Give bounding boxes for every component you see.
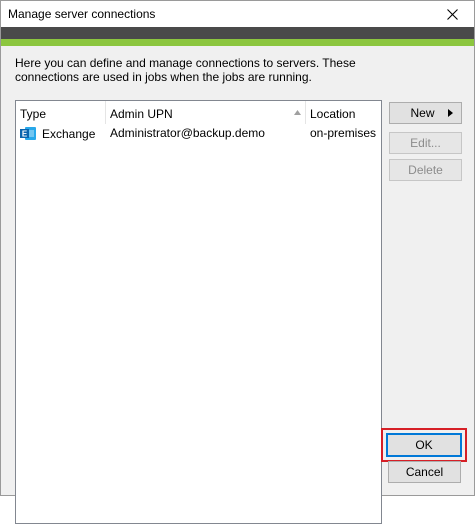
title-bar[interactable]: Manage server connections — [1, 1, 474, 27]
triangle-right-icon — [448, 109, 453, 117]
cell-location: on-premises — [310, 126, 377, 140]
edit-button[interactable]: Edit... — [389, 132, 462, 154]
ok-button[interactable]: OK — [386, 433, 462, 457]
header-banner-green — [1, 39, 474, 46]
close-button[interactable] — [430, 1, 474, 27]
column-header-location[interactable]: Location — [306, 101, 381, 124]
new-button[interactable]: New — [389, 102, 462, 124]
window-title: Manage server connections — [8, 7, 156, 21]
manage-server-connections-dialog: Manage server connections Here you can d… — [0, 0, 475, 524]
dialog-content: Here you can define and manage connectio… — [1, 46, 474, 524]
column-header-type[interactable]: Type — [16, 101, 106, 124]
list-header: Type Admin UPN Location — [16, 101, 381, 124]
exchange-icon: E — [20, 127, 36, 140]
sort-ascending-icon — [294, 110, 301, 115]
description-text: Here you can define and manage connectio… — [15, 56, 356, 84]
cell-type: E Exchange — [20, 126, 96, 141]
close-icon — [446, 8, 458, 20]
table-row[interactable]: E Exchange Administrator@backup.demo on-… — [16, 124, 381, 142]
column-header-admin-upn[interactable]: Admin UPN — [106, 101, 306, 124]
server-connections-list[interactable]: Type Admin UPN Location E Exchange Admin… — [15, 100, 382, 524]
delete-button[interactable]: Delete — [389, 159, 462, 181]
cancel-button[interactable]: Cancel — [388, 461, 461, 483]
svg-text:E: E — [22, 130, 28, 139]
header-banner-dark — [1, 27, 474, 39]
cell-admin-upn: Administrator@backup.demo — [110, 126, 265, 140]
